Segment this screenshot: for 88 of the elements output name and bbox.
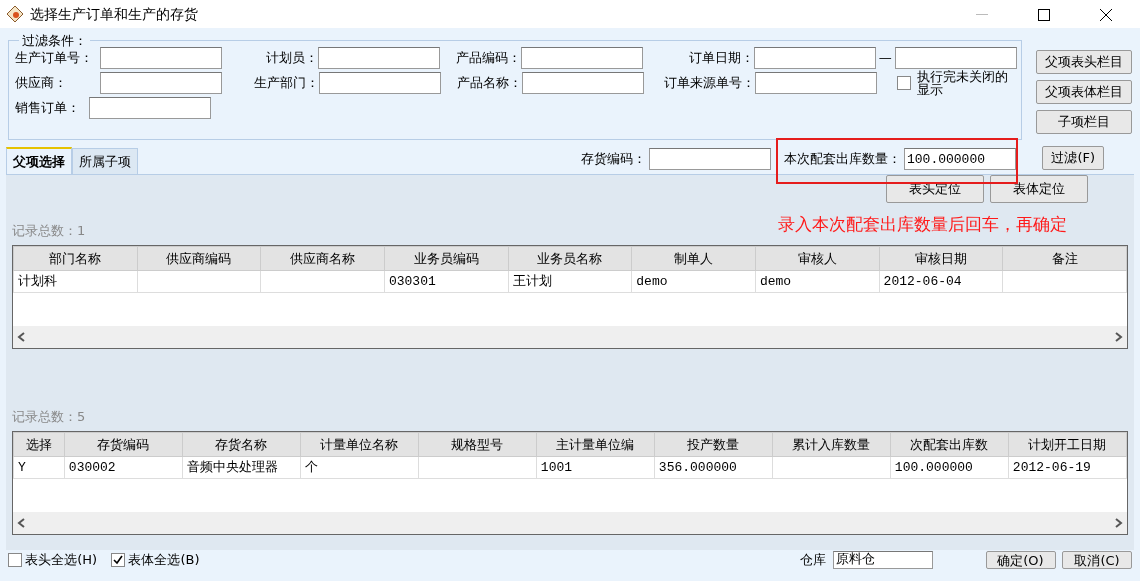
column-settings-button[interactable]: 父项表头栏目	[1036, 50, 1132, 74]
column-settings-button[interactable]: 子项栏目	[1036, 110, 1132, 134]
table-cell: 计划科	[13, 270, 138, 293]
table-cell: 2012-06-04	[879, 270, 1003, 293]
column-header[interactable]: 主计量单位编	[536, 432, 655, 457]
scroll-right-icon[interactable]	[1115, 518, 1123, 528]
close-icon	[1100, 8, 1112, 21]
input-field[interactable]	[521, 46, 644, 69]
checkbox-label: 表体全选(B)	[128, 551, 200, 570]
table-cell: 100.000000	[890, 456, 1009, 479]
field-label: 存货编码：	[580, 150, 646, 169]
input-field[interactable]	[522, 71, 645, 94]
column-header[interactable]: 业务员名称	[508, 246, 632, 271]
locate-button[interactable]: 表体定位	[990, 175, 1088, 203]
field-label: 生产部门：	[253, 73, 319, 92]
warehouse-field[interactable]: 原料仓	[832, 551, 933, 569]
table-cell: 356.000000	[654, 456, 773, 479]
table-cell: 1001	[536, 456, 655, 479]
column-header[interactable]: 次配套出库数	[890, 432, 1009, 457]
column-header[interactable]: 业务员编码	[384, 246, 509, 271]
filter-button[interactable]: 过滤(F)	[1042, 146, 1104, 170]
column-header[interactable]: 计划开工日期	[1008, 432, 1127, 457]
table-cell: 个	[300, 456, 419, 479]
table-cell: Y	[13, 456, 65, 479]
table-cell: 2012-06-19	[1008, 456, 1127, 479]
tab[interactable]: 父项选择	[6, 146, 72, 174]
annotation-text: 录入本次配套出库数量后回车，再确定	[778, 213, 1068, 236]
field-label: 销售订单：	[15, 98, 81, 117]
record-count: 记录总数：5	[12, 408, 86, 426]
record-count: 记录总数：1	[12, 222, 86, 240]
field-label: 计划员：	[265, 48, 319, 67]
input-field[interactable]	[755, 71, 877, 94]
field-label: 供应商：	[15, 73, 68, 92]
minimize-icon	[976, 13, 988, 16]
field-label: 仓库	[800, 551, 826, 570]
scroll-right-icon[interactable]	[1115, 332, 1123, 342]
dialog-button[interactable]: 取消(C)	[1062, 551, 1132, 569]
scroll-left-icon[interactable]	[17, 332, 25, 342]
column-header[interactable]: 供应商名称	[260, 246, 385, 271]
column-header[interactable]: 累计入库数量	[772, 432, 891, 457]
column-header[interactable]: 存货名称	[182, 432, 301, 457]
table-cell: demo	[631, 270, 756, 293]
dialog-button[interactable]: 确定(O)	[985, 551, 1056, 569]
checkbox-label: 执行完未关闭的显示	[917, 69, 1009, 96]
input-field[interactable]	[100, 71, 223, 94]
input-field[interactable]	[895, 46, 1017, 69]
table-cell: demo	[755, 270, 880, 293]
table-cell: 音频中央处理器	[182, 456, 301, 479]
column-header[interactable]: 选择	[13, 432, 65, 457]
checkbox[interactable]	[8, 553, 22, 567]
window-title: 选择生产订单和生产的存货	[30, 4, 199, 24]
column-header[interactable]: 审核日期	[879, 246, 1003, 271]
input-field[interactable]	[648, 148, 771, 170]
checkbox-label: 表头全选(H)	[25, 551, 98, 570]
field-label: 生产订单号：	[15, 48, 94, 67]
input-field[interactable]	[319, 71, 441, 94]
column-header[interactable]: 规格型号	[418, 432, 537, 457]
column-settings-button[interactable]: 父项表体栏目	[1036, 80, 1132, 104]
input-field[interactable]	[89, 96, 211, 119]
range-separator: —	[878, 48, 892, 67]
checkbox[interactable]	[896, 75, 911, 90]
field-label: 产品编码：	[455, 48, 522, 67]
scroll-left-icon[interactable]	[17, 518, 25, 528]
column-header[interactable]: 审核人	[755, 246, 880, 271]
checkbox[interactable]	[111, 553, 126, 567]
input-field[interactable]	[318, 46, 441, 69]
column-header[interactable]: 投产数量	[654, 432, 773, 457]
column-header[interactable]: 计量单位名称	[300, 432, 419, 457]
tab[interactable]: 所属子项	[72, 147, 138, 174]
column-header[interactable]: 制单人	[631, 246, 756, 271]
horizontal-scrollbar[interactable]	[13, 512, 1127, 534]
field-label: 本次配套出库数量：	[783, 150, 901, 169]
column-header[interactable]: 部门名称	[13, 246, 138, 271]
quantity-field[interactable]: 100.000000	[904, 148, 1016, 170]
input-field[interactable]	[753, 46, 876, 69]
field-label: 订单日期：	[687, 48, 754, 67]
table-cell: 030301	[384, 270, 509, 293]
column-header[interactable]: 备注	[1002, 246, 1127, 271]
field-label: 产品名称：	[456, 73, 523, 92]
column-header[interactable]: 供应商编码	[137, 246, 261, 271]
table-cell: 王计划	[508, 270, 632, 293]
input-field[interactable]	[99, 46, 222, 69]
field-label: 订单来源单号：	[663, 73, 755, 92]
table-cell: 030002	[64, 456, 183, 479]
app-icon	[6, 5, 24, 23]
column-header[interactable]: 存货编码	[64, 432, 183, 457]
horizontal-scrollbar[interactable]	[13, 326, 1127, 348]
maximize-icon	[1038, 8, 1050, 21]
